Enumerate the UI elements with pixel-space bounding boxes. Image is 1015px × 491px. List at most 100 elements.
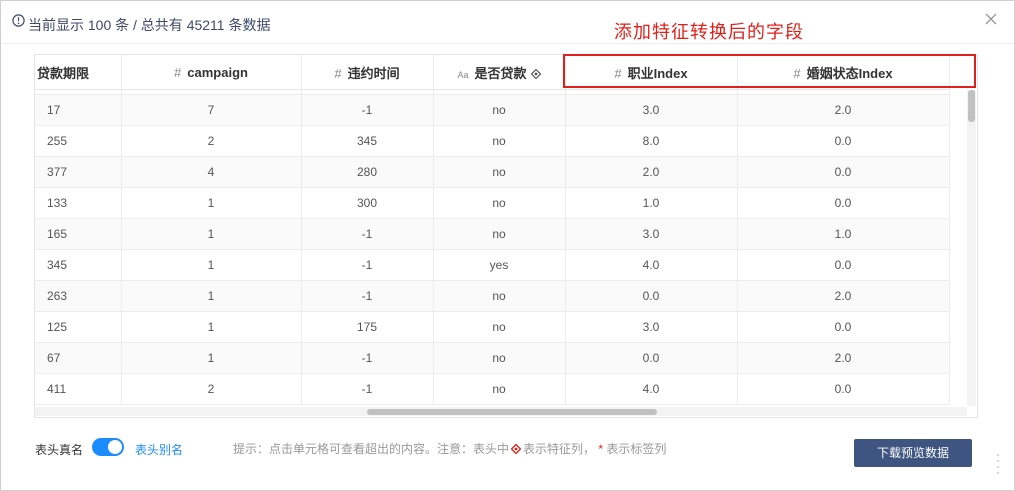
- table-row: 377 4 280 no 2.0 0.0: [35, 156, 950, 188]
- table-cell[interactable]: 2.0: [737, 342, 950, 374]
- table-cell[interactable]: 411: [35, 373, 122, 405]
- table-cell[interactable]: 0.0: [737, 311, 950, 343]
- table-cell[interactable]: 255: [35, 125, 122, 157]
- table-cell[interactable]: 0.0: [737, 249, 950, 281]
- data-table: 贷款期限 # campaign # 违约时间 Aa 是否贷款 # 职业Index # 婚姻…: [35, 55, 950, 405]
- table-cell[interactable]: 133: [35, 187, 122, 219]
- table-cell[interactable]: 4.0: [565, 373, 738, 405]
- numeric-type-icon: #: [614, 65, 622, 81]
- table-cell[interactable]: no: [433, 311, 566, 343]
- table-cell[interactable]: 0.0: [565, 280, 738, 312]
- table-row: 133 1 300 no 1.0 0.0: [35, 187, 950, 219]
- resize-grip-icon[interactable]: [995, 452, 1001, 476]
- table-cell[interactable]: 0.0: [737, 187, 950, 219]
- table-cell[interactable]: 1: [121, 342, 302, 374]
- toggle-knob: [108, 440, 122, 454]
- table-cell[interactable]: -1: [301, 94, 434, 126]
- table-cell[interactable]: 3.0: [565, 218, 738, 250]
- column-header-marital-index[interactable]: # 婚姻状态Index: [737, 55, 950, 90]
- real-name-label: 表头真名: [35, 443, 84, 457]
- hint-label: 表示标签列: [606, 442, 667, 456]
- alias-label[interactable]: 表头别名: [135, 441, 183, 458]
- table-cell[interactable]: -1: [301, 218, 434, 250]
- table-cell[interactable]: no: [433, 342, 566, 374]
- column-header-default-time[interactable]: # 违约时间: [301, 55, 434, 90]
- table-cell[interactable]: no: [433, 280, 566, 312]
- label-star-icon: *: [598, 442, 604, 456]
- table-cell[interactable]: no: [433, 187, 566, 219]
- annotation-text: 添加特征转换后的字段: [614, 22, 804, 42]
- table-cell[interactable]: 345: [301, 125, 434, 157]
- table-cell[interactable]: 1: [121, 218, 302, 250]
- vertical-scrollbar-track[interactable]: [967, 90, 976, 406]
- table-cell[interactable]: 7: [121, 94, 302, 126]
- close-icon[interactable]: [984, 12, 998, 26]
- table-cell[interactable]: 2: [121, 125, 302, 157]
- table-cell[interactable]: 1: [121, 280, 302, 312]
- feature-column-icon: [530, 68, 541, 79]
- table-cell[interactable]: 1: [121, 249, 302, 281]
- table-cell[interactable]: 377: [35, 156, 122, 188]
- table-cell[interactable]: 165: [35, 218, 122, 250]
- string-type-icon: Aa: [457, 69, 469, 80]
- table-cell[interactable]: 4.0: [565, 249, 738, 281]
- feature-column-icon: [511, 444, 522, 454]
- table-cell[interactable]: no: [433, 218, 566, 250]
- table-cell[interactable]: 0.0: [737, 125, 950, 157]
- column-header-campaign[interactable]: # campaign: [121, 55, 302, 90]
- table-cell[interactable]: 17: [35, 94, 122, 126]
- table-cell[interactable]: 1: [121, 311, 302, 343]
- table-cell[interactable]: no: [433, 125, 566, 157]
- table-cell[interactable]: 2.0: [565, 156, 738, 188]
- table-cell[interactable]: 1: [121, 187, 302, 219]
- data-table-container[interactable]: 贷款期限 # campaign # 违约时间 Aa 是否贷款 # 职业Index # 婚姻…: [34, 54, 978, 418]
- horizontal-scrollbar-thumb[interactable]: [367, 409, 657, 415]
- hint-feature: 表示特征列，: [523, 442, 596, 456]
- table-cell[interactable]: 1.0: [737, 218, 950, 250]
- numeric-type-icon: #: [334, 65, 342, 81]
- table-cell[interactable]: 0.0: [737, 156, 950, 188]
- table-cell[interactable]: 345: [35, 249, 122, 281]
- table-cell[interactable]: 4: [121, 156, 302, 188]
- table-cell[interactable]: 0.0: [737, 373, 950, 405]
- table-cell[interactable]: 2.0: [737, 280, 950, 312]
- table-cell[interactable]: -1: [301, 373, 434, 405]
- table-cell[interactable]: no: [433, 373, 566, 405]
- column-header-has-loan[interactable]: Aa 是否贷款: [433, 55, 566, 90]
- table-cell[interactable]: 0.0: [565, 342, 738, 374]
- hint-prefix: 提示：点击单元格可查看超出的内容。注意：表头中: [233, 442, 510, 456]
- table-cell[interactable]: 67: [35, 342, 122, 374]
- table-row: 411 2 -1 no 4.0 0.0: [35, 373, 950, 405]
- table-cell[interactable]: -1: [301, 280, 434, 312]
- table-cell[interactable]: 125: [35, 311, 122, 343]
- table-cell[interactable]: 175: [301, 311, 434, 343]
- table-row: 17 7 -1 no 3.0 2.0: [35, 94, 950, 126]
- numeric-type-icon: #: [793, 65, 801, 81]
- record-count-text: 当前显示 100 条 / 总共有 45211 条数据: [28, 17, 271, 33]
- table-cell[interactable]: 263: [35, 280, 122, 312]
- table-cell[interactable]: 300: [301, 187, 434, 219]
- info-clock-icon: [12, 14, 25, 27]
- table-cell[interactable]: 8.0: [565, 125, 738, 157]
- table-cell[interactable]: 2: [121, 373, 302, 405]
- dialog-header: 当前显示 100 条 / 总共有 45211 条数据: [1, 1, 1014, 44]
- hint-text: 提示：点击单元格可查看超出的内容。注意：表头中 表示特征列， * 表示标签列: [233, 440, 666, 457]
- table-header-row: 贷款期限 # campaign # 违约时间 Aa 是否贷款 # 职业Index # 婚姻…: [35, 55, 950, 90]
- vertical-scrollbar-thumb[interactable]: [968, 90, 975, 122]
- table-cell[interactable]: 280: [301, 156, 434, 188]
- table-cell[interactable]: 3.0: [565, 94, 738, 126]
- table-cell[interactable]: no: [433, 94, 566, 126]
- column-header-loan-term[interactable]: 贷款期限: [35, 55, 122, 90]
- table-row: 263 1 -1 no 0.0 2.0: [35, 280, 950, 312]
- table-cell[interactable]: -1: [301, 342, 434, 374]
- column-header-job-index[interactable]: # 职业Index: [565, 55, 738, 90]
- table-cell[interactable]: -1: [301, 249, 434, 281]
- table-cell[interactable]: 2.0: [737, 94, 950, 126]
- header-name-toggle[interactable]: [92, 438, 124, 456]
- table-cell[interactable]: no: [433, 156, 566, 188]
- table-cell[interactable]: yes: [433, 249, 566, 281]
- table-row: 345 1 -1 yes 4.0 0.0: [35, 249, 950, 281]
- table-cell[interactable]: 3.0: [565, 311, 738, 343]
- download-preview-button[interactable]: 下载预览数据: [854, 439, 972, 467]
- table-cell[interactable]: 1.0: [565, 187, 738, 219]
